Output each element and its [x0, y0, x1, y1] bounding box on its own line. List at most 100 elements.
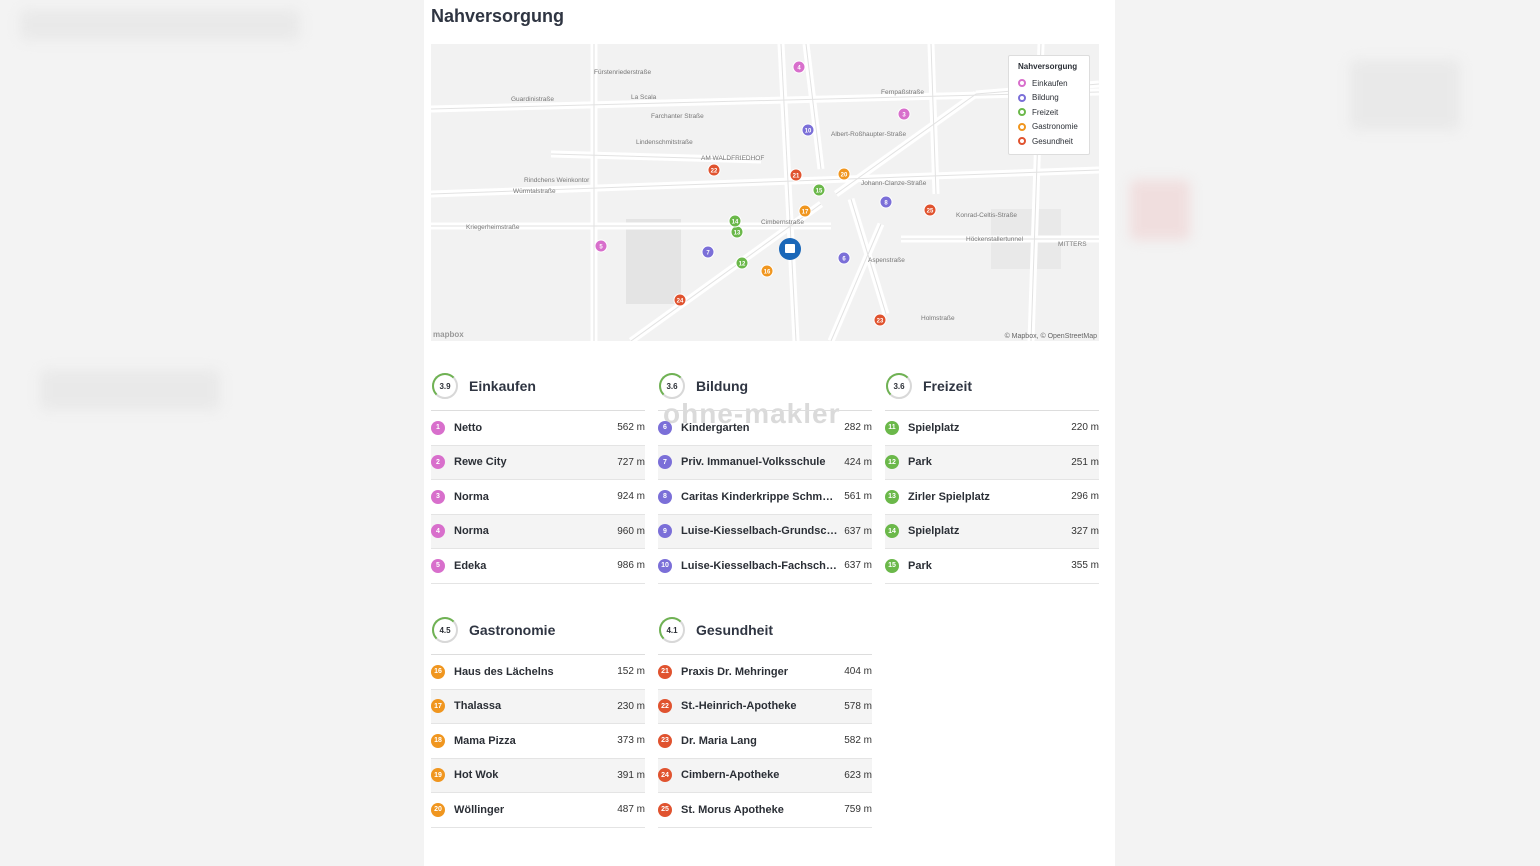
map-building-block	[626, 219, 681, 304]
poi-row[interactable]: 9 Luise-Kiesselbach-Grundschule 637 m	[658, 514, 872, 549]
poi-row[interactable]: 4 Norma 960 m	[431, 514, 645, 549]
poi-row[interactable]: 25 St. Morus Apotheke 759 m	[658, 793, 872, 828]
legend-dot	[1018, 122, 1026, 131]
legend-title: Nahversorgung	[1018, 62, 1078, 71]
category-header: 4.1 Gesundheit	[658, 610, 872, 650]
poi-distance: 623 m	[844, 769, 872, 781]
poi-row[interactable]: 18 Mama Pizza 373 m	[431, 724, 645, 759]
poi-row[interactable]: 6 Kindergarten 282 m	[658, 411, 872, 446]
category-title: Einkaufen	[469, 378, 536, 394]
poi-row[interactable]: 2 Rewe City 727 m	[431, 445, 645, 480]
poi-row[interactable]: 5 Edeka 986 m	[431, 549, 645, 584]
map-street-label: Cimbernstraße	[761, 219, 804, 226]
map-street-label: La Scala	[631, 94, 657, 101]
mapbox-logo[interactable]: mapbox	[433, 330, 464, 339]
poi-row[interactable]: 19 Hot Wok 391 m	[431, 758, 645, 793]
poi-distance: 327 m	[1071, 525, 1099, 537]
map-street-label: Fürstenriederstraße	[594, 69, 651, 76]
poi-name: Edeka	[454, 559, 487, 572]
poi-row[interactable]: 3 Norma 924 m	[431, 480, 645, 515]
poi-row[interactable]: 16 Haus des Lächelns 152 m	[431, 655, 645, 690]
poi-name: Norma	[454, 525, 489, 538]
poi-distance: 561 m	[844, 491, 872, 503]
poi-number-badge: 4	[431, 524, 445, 539]
poi-number-badge: 10	[658, 558, 672, 573]
poi-distance: 404 m	[844, 666, 872, 678]
map[interactable]: La Scala Guardinistraße Farchanter Straße R…	[431, 44, 1099, 341]
category-title: Freizeit	[923, 378, 973, 394]
map-canvas[interactable]: La Scala Guardinistraße Farchanter Straße R…	[431, 44, 1099, 341]
map-street-label: Farchanter Straße	[651, 113, 704, 120]
poi-row[interactable]: 7 Priv. Immanuel-Volksschule 424 m	[658, 445, 872, 480]
category-title: Gastronomie	[469, 622, 556, 638]
poi-row[interactable]: 12 Park 251 m	[885, 445, 1099, 480]
category-header: 3.6 Bildung	[658, 366, 872, 406]
map-poi-marker-number: 14	[732, 220, 739, 226]
map-poi-marker-number: 23	[877, 319, 884, 325]
poi-row[interactable]: 22 St.-Heinrich-Apotheke 578 m	[658, 689, 872, 724]
map-attribution[interactable]: © Mapbox, © OpenStreetMap	[1005, 333, 1097, 340]
poi-name: Rewe City	[454, 456, 507, 469]
map-poi-marker-number: 25	[927, 209, 934, 215]
map-street-label: Würmtalstraße	[513, 188, 556, 195]
poi-name: Hot Wok	[454, 769, 499, 782]
blurred-header	[20, 10, 300, 40]
poi-number-badge: 11	[885, 420, 899, 435]
map-street-label: Holmstraße	[921, 315, 955, 322]
poi-list: 1 Netto 562 m 2 Rewe City 727 m 3 Norma 924 m 4 No…	[431, 410, 645, 584]
map-poi-marker-number: 17	[802, 210, 809, 216]
poi-row[interactable]: 13 Zirler Spielplatz 296 m	[885, 480, 1099, 515]
poi-distance: 637 m	[844, 525, 872, 537]
map-poi-marker-number: 12	[739, 262, 746, 268]
poi-number-badge: 24	[658, 768, 672, 783]
category-freizeit: 3.6 Freizeit 11 Spielplatz 220 m 12 Park 251 m1…	[885, 366, 1099, 584]
poi-name: Mama Pizza	[454, 734, 516, 747]
poi-number-badge: 22	[658, 699, 672, 714]
map-poi-marker-number: 16	[764, 270, 771, 276]
legend-dot	[1018, 137, 1026, 146]
poi-distance: 251 m	[1071, 456, 1099, 468]
map-poi-marker-number: 15	[816, 189, 823, 195]
map-road-edge	[805, 44, 822, 170]
poi-row[interactable]: 24 Cimbern-Apotheke 623 m	[658, 758, 872, 793]
poi-number-badge: 23	[658, 733, 672, 748]
map-street-label: Lindenschmitstraße	[636, 139, 693, 146]
poi-number-badge: 17	[431, 699, 445, 714]
poi-row[interactable]: 17 Thalassa 230 m	[431, 689, 645, 724]
poi-number-badge: 3	[431, 489, 445, 504]
category-gastronomie: 4.5 Gastronomie 16 Haus des Lächelns 152 m 17…	[431, 610, 645, 828]
poi-row[interactable]: 8 Caritas Kinderkrippe Schmetterling 561 m	[658, 480, 872, 515]
poi-row[interactable]: 15 Park 355 m	[885, 549, 1099, 584]
poi-row[interactable]: 1 Netto 562 m	[431, 411, 645, 446]
poi-list: 11 Spielplatz 220 m 12 Park 251 m 13 Zirler Spi…	[885, 410, 1099, 584]
poi-row[interactable]: 11 Spielplatz 220 m	[885, 411, 1099, 446]
category-title: Gesundheit	[696, 622, 774, 638]
poi-row[interactable]: 14 Spielplatz 327 m	[885, 514, 1099, 549]
score-badge: 4.1	[659, 617, 685, 643]
poi-name: Spielplatz	[908, 525, 960, 538]
nahversorgung-panel: Nahversorgung La Scala Guardinistraße Farc…	[424, 0, 1115, 866]
map-poi-marker-number: 20	[841, 173, 848, 179]
map-street-label: Aspenstraße	[868, 257, 905, 264]
poi-row[interactable]: 10 Luise-Kiesselbach-Fachschule 637 m	[658, 549, 872, 584]
poi-name: Luise-Kiesselbach-Fachschule	[681, 559, 839, 572]
poi-row[interactable]: 23 Dr. Maria Lang 582 m	[658, 724, 872, 759]
poi-list: 16 Haus des Lächelns 152 m 17 Thalassa 230 m1…	[431, 654, 645, 828]
score-badge: 3.6	[659, 373, 685, 399]
poi-name: Kindergarten	[681, 421, 750, 434]
poi-name: Spielplatz	[908, 421, 960, 434]
poi-number-badge: 25	[658, 802, 672, 817]
poi-row[interactable]: 21 Praxis Dr. Mehringer 404 m	[658, 655, 872, 690]
poi-name: Dr. Maria Lang	[681, 734, 757, 747]
poi-name: Haus des Lächelns	[454, 665, 554, 678]
poi-distance: 424 m	[844, 456, 872, 468]
poi-name: Praxis Dr. Mehringer	[681, 665, 788, 678]
poi-name: St. Morus Apotheke	[681, 803, 784, 816]
legend-item-gesundheit: Gesundheit	[1018, 134, 1080, 149]
poi-distance: 960 m	[617, 525, 645, 537]
legend-dot	[1018, 93, 1026, 102]
poi-name: Luise-Kiesselbach-Grundschule	[681, 525, 839, 538]
legend-item-bildung: Bildung	[1018, 91, 1080, 106]
poi-row[interactable]: 20 Wöllinger 487 m	[431, 793, 645, 828]
score-badge: 3.9	[432, 373, 458, 399]
